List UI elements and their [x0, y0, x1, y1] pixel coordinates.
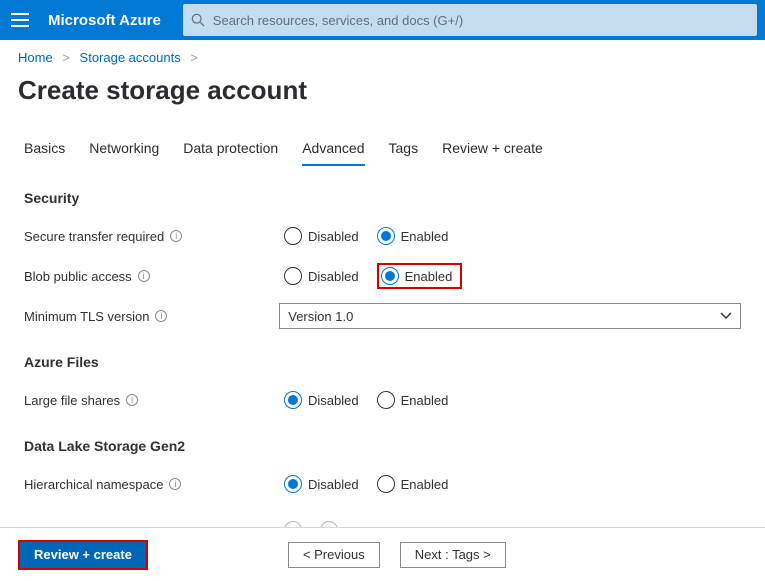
row-hierarchical-namespace: Hierarchical namespace i Disabled Enable… [24, 464, 741, 504]
select-tls-version[interactable]: Version 1.0 [279, 303, 741, 329]
tab-data-protection[interactable]: Data protection [183, 134, 278, 166]
tab-basics[interactable]: Basics [24, 134, 65, 166]
breadcrumb-storage-accounts[interactable]: Storage accounts [80, 50, 181, 65]
top-bar: Microsoft Azure [0, 0, 765, 40]
label-blob-public-access: Blob public access [24, 269, 132, 284]
section-heading-security: Security [24, 190, 741, 206]
info-icon[interactable]: i [126, 394, 138, 406]
chevron-right-icon: > [184, 50, 204, 65]
radio-blob-public-enabled[interactable]: Enabled [381, 267, 453, 285]
footer-bar: Review + create < Previous Next : Tags > [0, 527, 765, 581]
radio-secure-transfer-disabled[interactable]: Disabled [284, 227, 359, 245]
page-title: Create storage account [0, 71, 765, 134]
tab-advanced[interactable]: Advanced [302, 134, 364, 166]
breadcrumb-home[interactable]: Home [18, 50, 53, 65]
chevron-right-icon: > [56, 50, 76, 65]
label-tls-version: Minimum TLS version [24, 309, 149, 324]
info-icon[interactable]: i [155, 310, 167, 322]
tab-networking[interactable]: Networking [89, 134, 159, 166]
label-secure-transfer: Secure transfer required [24, 229, 164, 244]
previous-button[interactable]: < Previous [288, 542, 380, 568]
search-icon [191, 13, 205, 27]
tab-tags[interactable]: Tags [389, 134, 419, 166]
radio-large-shares-disabled[interactable]: Disabled [284, 391, 359, 409]
radio-hns-disabled[interactable]: Disabled [284, 475, 359, 493]
radio-group-hns: Disabled Enabled [284, 475, 448, 493]
radio-blob-public-disabled[interactable]: Disabled [284, 267, 359, 285]
radio-hns-enabled[interactable]: Enabled [377, 475, 449, 493]
breadcrumb: Home > Storage accounts > [0, 40, 765, 71]
tab-review-create[interactable]: Review + create [442, 134, 543, 166]
row-blob-public-access: Blob public access i Disabled Enabled [24, 256, 741, 296]
radio-large-shares-enabled[interactable]: Enabled [377, 391, 449, 409]
radio-group-large-shares: Disabled Enabled [284, 391, 448, 409]
row-large-file-shares: Large file shares i Disabled Enabled [24, 380, 741, 420]
radio-group-blob-public: Disabled Enabled [284, 263, 462, 289]
review-create-button[interactable]: Review + create [18, 540, 148, 570]
chevron-down-icon [720, 310, 732, 322]
info-icon[interactable]: i [170, 230, 182, 242]
search-box[interactable] [183, 4, 757, 36]
radio-group-secure-transfer: Disabled Enabled [284, 227, 448, 245]
section-heading-gen2: Data Lake Storage Gen2 [24, 438, 741, 454]
brand-label: Microsoft Azure [40, 12, 183, 29]
label-large-file-shares: Large file shares [24, 393, 120, 408]
tabs-bar: Basics Networking Data protection Advanc… [0, 134, 765, 166]
info-icon[interactable]: i [169, 478, 181, 490]
search-input[interactable] [213, 13, 749, 28]
row-tls-version: Minimum TLS version i Version 1.0 [24, 296, 741, 336]
row-secure-transfer: Secure transfer required i Disabled Enab… [24, 216, 741, 256]
select-tls-value: Version 1.0 [288, 309, 353, 324]
radio-secure-transfer-enabled[interactable]: Enabled [377, 227, 449, 245]
info-icon[interactable]: i [138, 270, 150, 282]
form-advanced: Security Secure transfer required i Disa… [0, 166, 765, 568]
next-button[interactable]: Next : Tags > [400, 542, 506, 568]
hamburger-menu-icon[interactable] [0, 0, 40, 40]
label-hierarchical-namespace: Hierarchical namespace [24, 477, 163, 492]
section-heading-azure-files: Azure Files [24, 354, 741, 370]
highlight-blob-public-enabled: Enabled [377, 263, 463, 289]
